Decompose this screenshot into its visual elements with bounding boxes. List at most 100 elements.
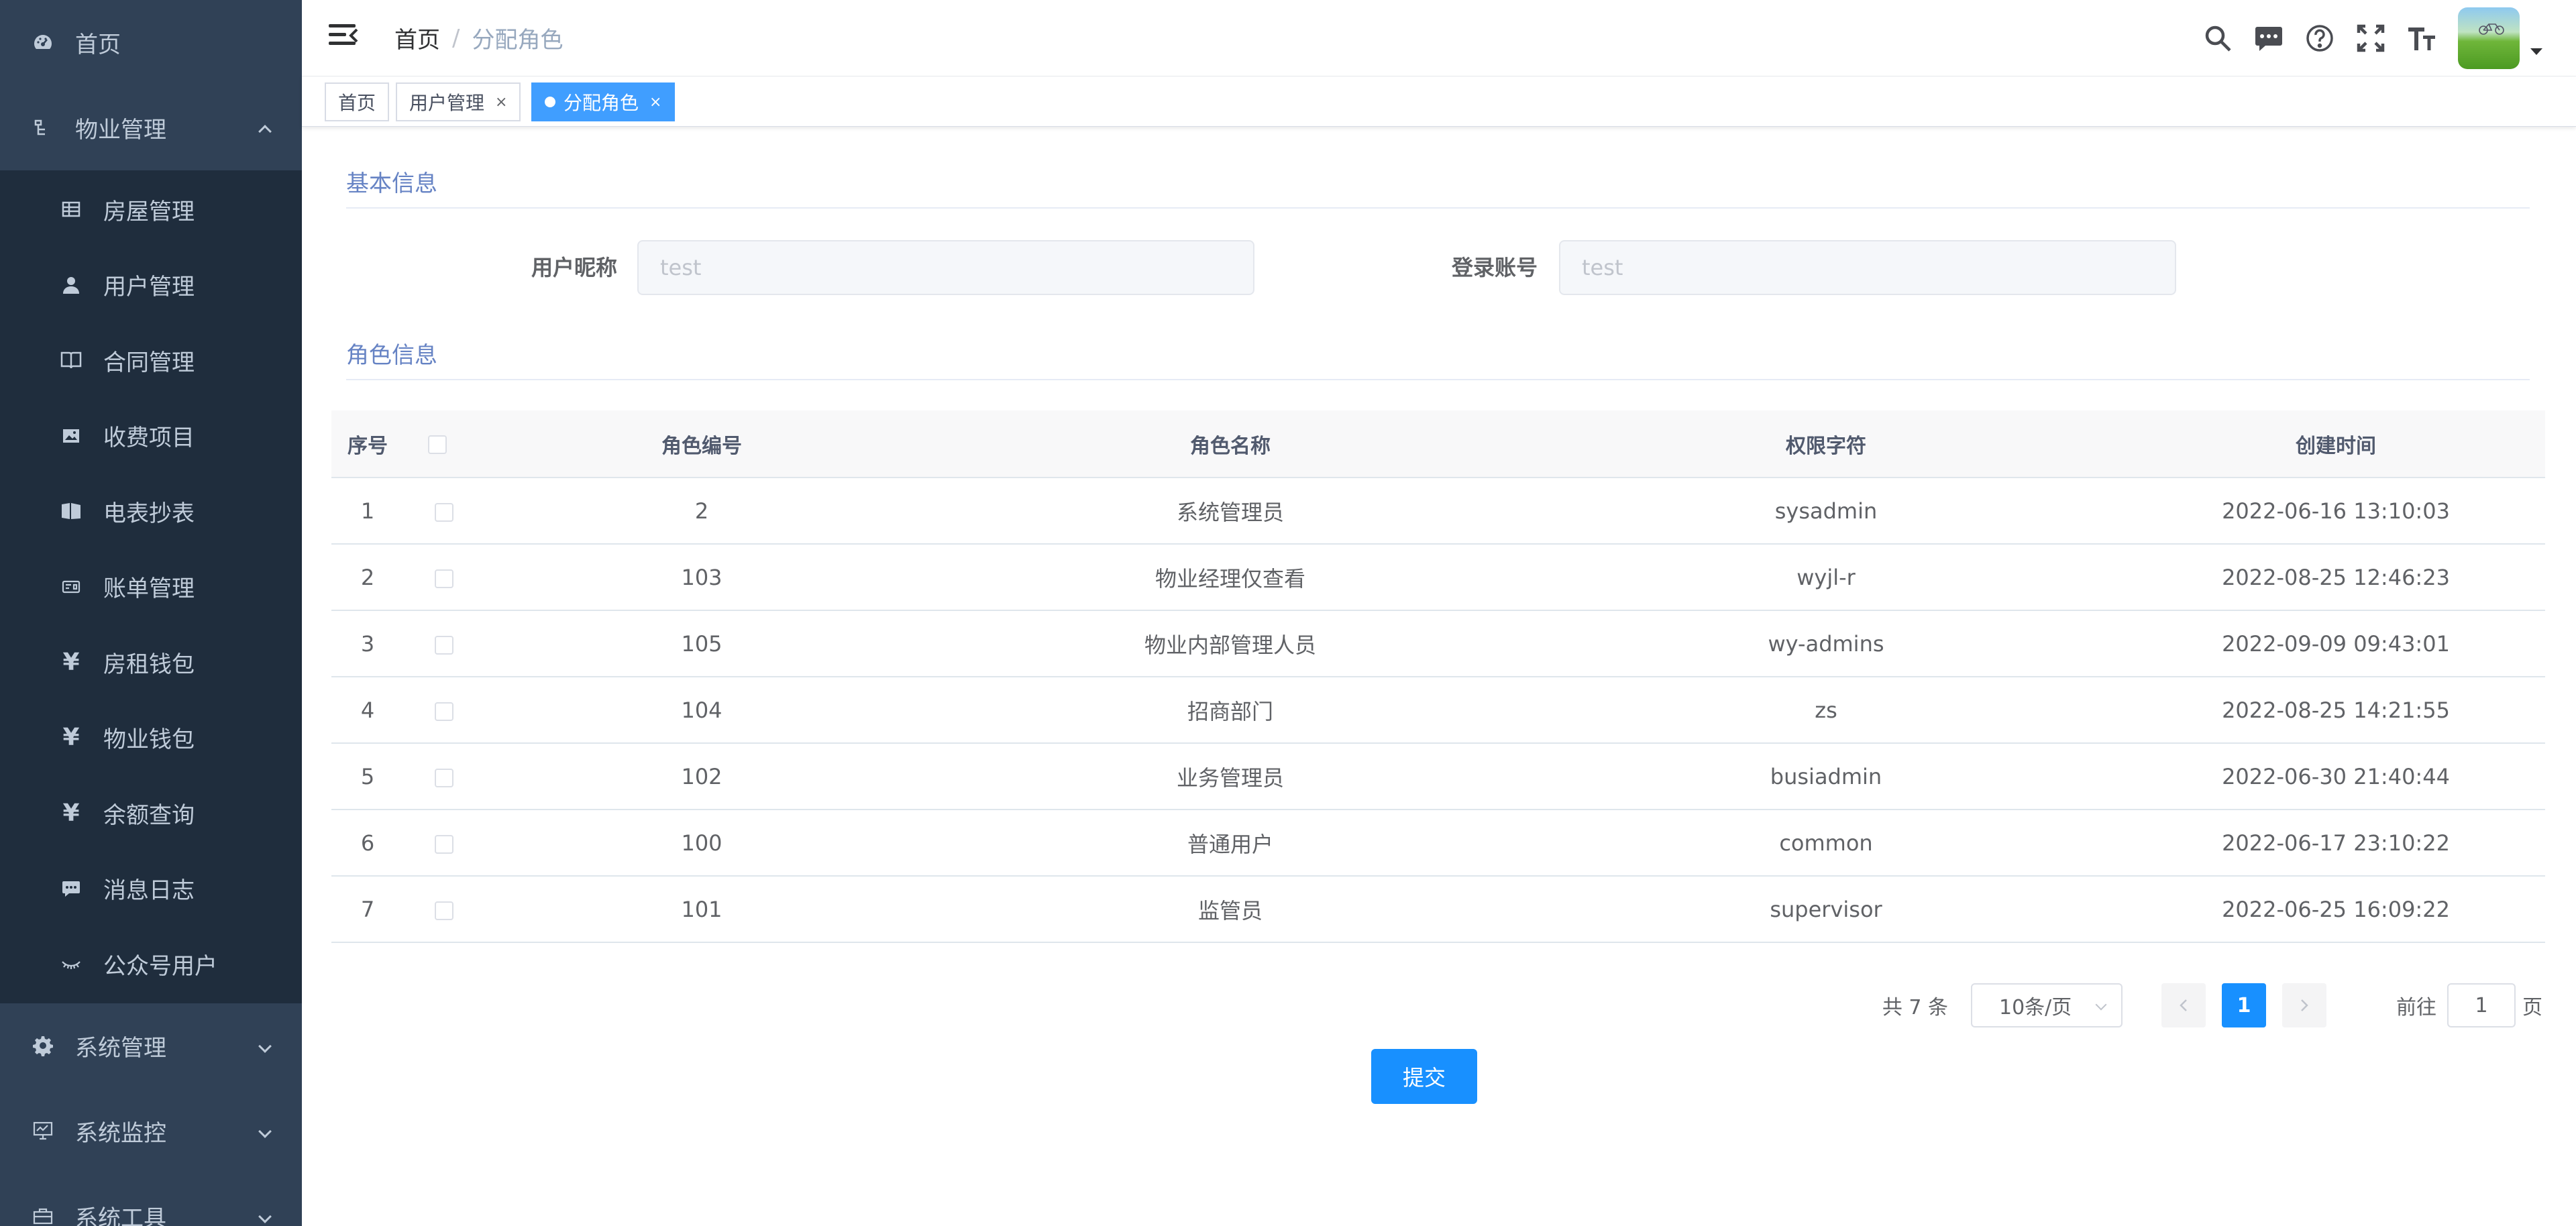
navbar-actions bbox=[2183, 0, 2542, 76]
section-title-role: 角色信息 bbox=[346, 337, 2530, 380]
property-submenu: 房屋管理 用户管理 合同管理 收费项目 电表抄表 账单管理 ¥ 房租钱包 ¥ 物… bbox=[0, 170, 302, 1003]
sidebar-item-system[interactable]: 系统管理 bbox=[0, 1003, 302, 1089]
sidebar-item-user[interactable]: 用户管理 bbox=[0, 247, 302, 323]
tree-icon bbox=[31, 116, 55, 140]
select-all-checkbox[interactable] bbox=[428, 435, 447, 454]
role-id: 103 bbox=[468, 544, 935, 611]
active-dot-icon bbox=[545, 97, 555, 107]
sidebar-item-house[interactable]: 房屋管理 bbox=[0, 172, 302, 247]
chevron-down-icon bbox=[258, 1210, 272, 1223]
page-button-current[interactable]: 1 bbox=[2222, 983, 2266, 1027]
sidebar-item-label: 房屋管理 bbox=[103, 198, 195, 225]
role-table: 序号 角色编号 角色名称 权限字符 创建时间 1 2 系统管理员 sysadmin 20… bbox=[331, 410, 2545, 943]
row-index: 1 bbox=[331, 478, 404, 545]
breadcrumb: 首页 / 分配角色 bbox=[394, 21, 563, 54]
table-row[interactable]: 3 105 物业内部管理人员 wy-admins 2022-09-09 09:43:01 bbox=[331, 610, 2545, 677]
sidebar-item-property-wallet[interactable]: ¥ 物业钱包 bbox=[0, 700, 302, 776]
eye-closed-icon bbox=[59, 952, 83, 976]
prev-page-button[interactable] bbox=[2161, 983, 2206, 1027]
sidebar-item-fee[interactable]: 收费项目 bbox=[0, 398, 302, 474]
question-icon[interactable] bbox=[2304, 22, 2336, 54]
search-icon[interactable] bbox=[2202, 22, 2234, 54]
sidebar-item-message-log[interactable]: 消息日志 bbox=[0, 851, 302, 927]
chevron-up-icon bbox=[258, 124, 272, 138]
table-row[interactable]: 6 100 普通用户 common 2022-06-17 23:10:22 bbox=[331, 810, 2545, 877]
column-header-role-key: 权限字符 bbox=[1525, 410, 2127, 478]
sidebar-item-label: 余额查询 bbox=[103, 801, 195, 829]
chevron-right-icon bbox=[2301, 999, 2308, 1011]
sidebar-item-bill[interactable]: 账单管理 bbox=[0, 549, 302, 625]
select-all-cell bbox=[404, 410, 468, 478]
row-checkbox[interactable] bbox=[435, 768, 453, 787]
yen-icon: ¥ bbox=[62, 724, 80, 752]
table-row[interactable]: 1 2 系统管理员 sysadmin 2022-06-16 13:10:03 bbox=[331, 478, 2545, 545]
main-content: 基本信息 用户昵称 test 登录账号 test 角色信息 序号 角色编号 角色… bbox=[302, 127, 2576, 1226]
created-time: 2022-08-25 14:21:55 bbox=[2127, 677, 2545, 744]
sidebar-item-label: 房租钱包 bbox=[103, 651, 195, 678]
font-size-icon[interactable] bbox=[2406, 22, 2438, 54]
caret-down-icon[interactable] bbox=[2530, 48, 2542, 55]
sidebar-item-monitor[interactable]: 系统监控 bbox=[0, 1089, 302, 1174]
yen-icon: ¥ bbox=[62, 799, 80, 827]
toolbox-icon bbox=[31, 1204, 55, 1226]
breadcrumb-home[interactable]: 首页 bbox=[394, 21, 440, 54]
table-row[interactable]: 2 103 物业经理仅查看 wyjl-r 2022-08-25 12:46:23 bbox=[331, 544, 2545, 611]
close-icon[interactable]: × bbox=[495, 94, 507, 111]
next-page-button[interactable] bbox=[2282, 983, 2326, 1027]
row-checkbox[interactable] bbox=[435, 901, 453, 920]
role-name: 普通用户 bbox=[935, 810, 1525, 877]
row-checkbox[interactable] bbox=[435, 569, 453, 588]
sidebar-item-tools[interactable]: 系统工具 bbox=[0, 1174, 302, 1226]
close-icon[interactable]: × bbox=[649, 94, 661, 111]
sidebar-item-label: 合同管理 bbox=[103, 349, 195, 376]
row-checkbox[interactable] bbox=[435, 635, 453, 655]
documentation-icon bbox=[59, 499, 83, 523]
tag-assign-role[interactable]: 分配角色 × bbox=[531, 82, 676, 121]
row-index: 4 bbox=[331, 677, 404, 744]
submit-button[interactable]: 提交 bbox=[1371, 1049, 1477, 1104]
role-key: sysadmin bbox=[1525, 478, 2127, 545]
tag-label: 首页 bbox=[338, 92, 376, 114]
created-time: 2022-06-17 23:10:22 bbox=[2127, 810, 2545, 877]
avatar[interactable] bbox=[2458, 7, 2520, 69]
message-icon[interactable] bbox=[2253, 22, 2285, 54]
page-size-select[interactable]: 10条/页 bbox=[1971, 983, 2123, 1027]
sidebar-item-label: 系统工具 bbox=[75, 1205, 166, 1226]
chevron-down-icon bbox=[258, 1125, 272, 1138]
tag-home[interactable]: 首页 bbox=[325, 82, 390, 121]
goto-page-input[interactable]: 1 bbox=[2447, 983, 2516, 1027]
sidebar-item-balance[interactable]: ¥ 余额查询 bbox=[0, 775, 302, 851]
breadcrumb-current: 分配角色 bbox=[472, 27, 564, 54]
row-index: 3 bbox=[331, 610, 404, 677]
row-index: 5 bbox=[331, 743, 404, 810]
hamburger-icon[interactable] bbox=[329, 24, 358, 51]
table-row[interactable]: 5 102 业务管理员 busiadmin 2022-06-30 21:40:44 bbox=[331, 743, 2545, 810]
sidebar-item-wechat-user[interactable]: 公众号用户 bbox=[0, 926, 302, 1002]
account-field[interactable]: test bbox=[1559, 240, 2176, 295]
sidebar-item-property[interactable]: 物业管理 bbox=[0, 85, 302, 170]
sidebar-item-meter[interactable]: 电表抄表 bbox=[0, 473, 302, 549]
message-icon bbox=[59, 877, 83, 901]
row-checkbox-cell bbox=[404, 610, 468, 677]
table-header-row: 序号 角色编号 角色名称 权限字符 创建时间 bbox=[331, 410, 2545, 478]
created-time: 2022-08-25 12:46:23 bbox=[2127, 544, 2545, 611]
monitor-icon bbox=[31, 1119, 55, 1143]
role-key: zs bbox=[1525, 677, 2127, 744]
sidebar-item-home[interactable]: 首页 bbox=[0, 0, 302, 85]
fullscreen-icon[interactable] bbox=[2355, 22, 2387, 54]
table-row[interactable]: 4 104 招商部门 zs 2022-08-25 14:21:55 bbox=[331, 677, 2545, 744]
role-name: 招商部门 bbox=[935, 677, 1525, 744]
row-checkbox[interactable] bbox=[435, 834, 453, 854]
sidebar-item-contract[interactable]: 合同管理 bbox=[0, 323, 302, 398]
table-row[interactable]: 7 101 监管员 supervisor 2022-06-25 16:09:22 bbox=[331, 876, 2545, 943]
row-checkbox-cell bbox=[404, 677, 468, 744]
role-name: 物业经理仅查看 bbox=[935, 544, 1525, 611]
row-checkbox[interactable] bbox=[435, 502, 453, 522]
nickname-field[interactable]: test bbox=[637, 240, 1254, 295]
row-checkbox[interactable] bbox=[435, 702, 453, 721]
role-name: 物业内部管理人员 bbox=[935, 610, 1525, 677]
sidebar-item-rent-wallet[interactable]: ¥ 房租钱包 bbox=[0, 624, 302, 700]
sidebar-item-label: 用户管理 bbox=[103, 274, 195, 301]
tag-user-management[interactable]: 用户管理 × bbox=[396, 82, 521, 121]
page-size-value: 10条/页 bbox=[1999, 996, 2072, 1019]
